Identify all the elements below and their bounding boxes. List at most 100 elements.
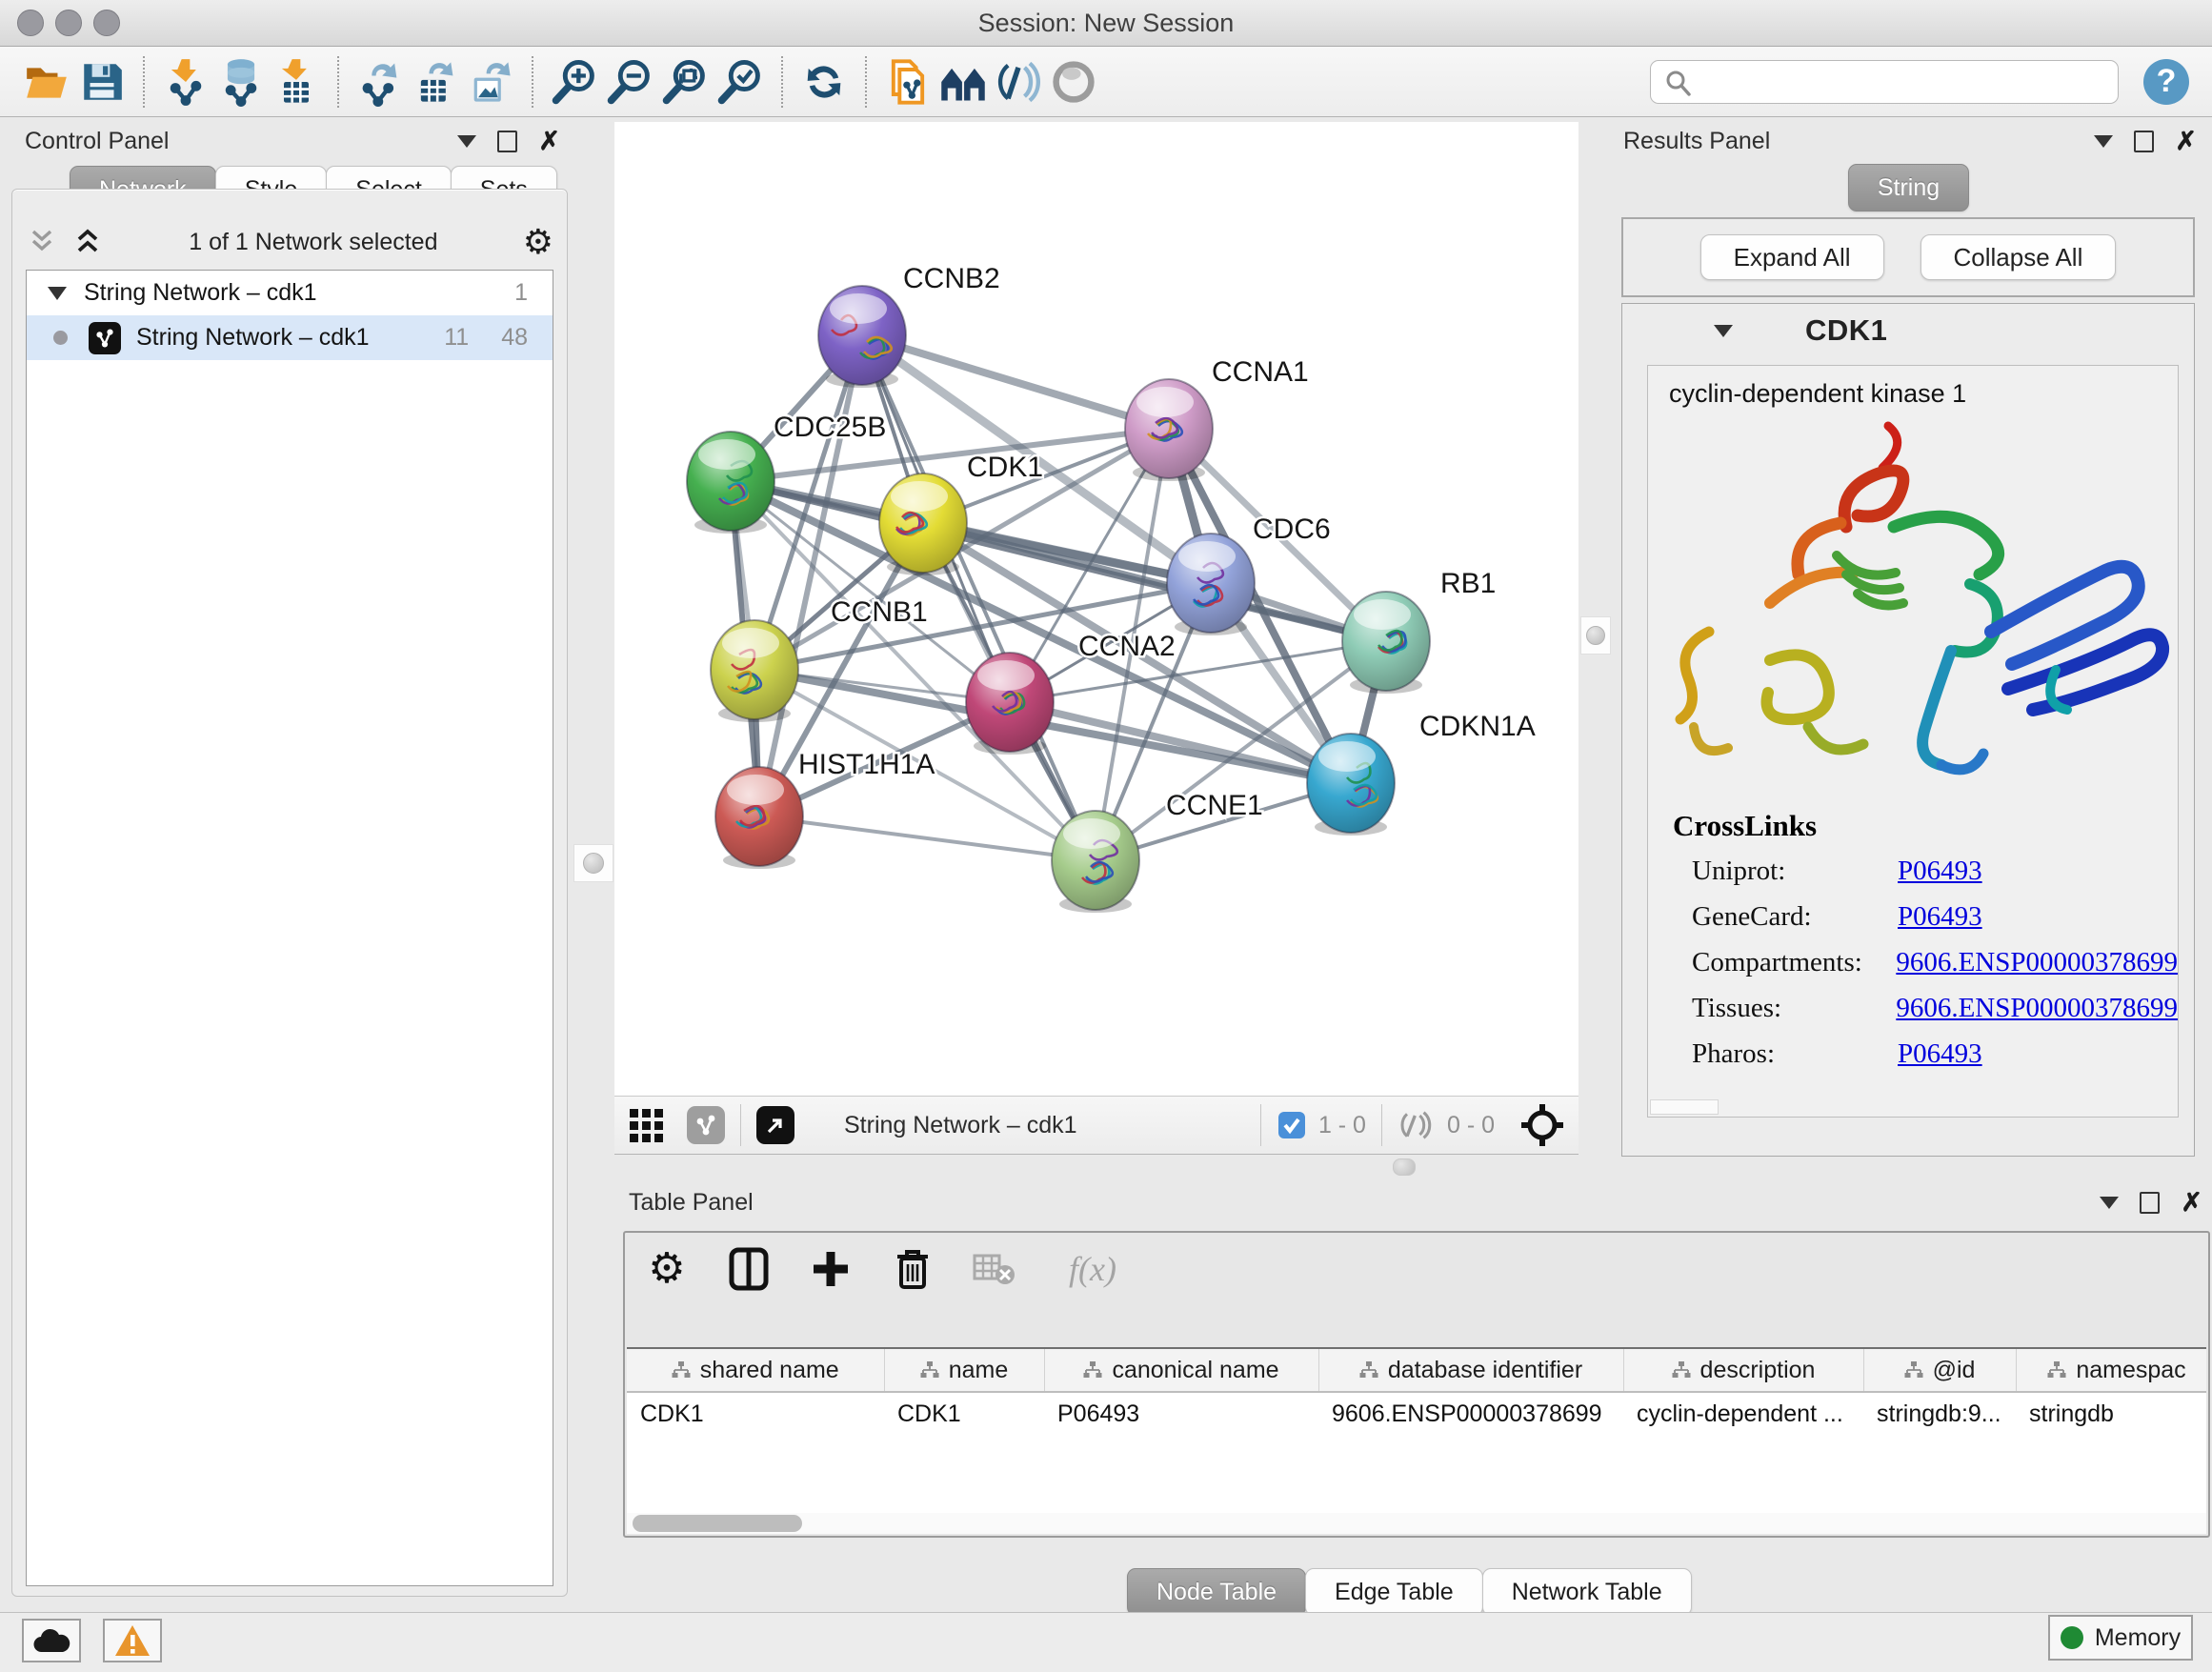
network-collection-row[interactable]: String Network – cdk1 1 — [27, 271, 553, 315]
panel-close-icon[interactable]: ✗ — [2175, 129, 2197, 154]
string-network-icon — [89, 322, 121, 354]
table-cell[interactable]: P06493 — [1044, 1392, 1318, 1435]
delete-column-button[interactable] — [888, 1244, 937, 1294]
panel-close-icon[interactable]: ✗ — [538, 129, 560, 154]
table-cell[interactable]: stringdb — [2016, 1392, 2206, 1435]
columns-icon — [728, 1246, 770, 1292]
table-cell[interactable]: cyclin-dependent ... — [1623, 1392, 1863, 1435]
gene-description: cyclin-dependent kinase 1 — [1669, 379, 2178, 409]
panel-float-icon[interactable] — [497, 131, 517, 152]
results-scrollbar[interactable] — [1650, 1099, 1719, 1115]
column-header[interactable]: name — [884, 1349, 1044, 1392]
expand-all-chevrons-icon[interactable] — [71, 226, 104, 258]
column-header[interactable]: canonical name — [1044, 1349, 1318, 1392]
network-graph[interactable]: CCNB2CCNA1CDC25BCDK1CDC6RB1CCNB1CCNA2CDK… — [614, 122, 1579, 1096]
panel-close-icon[interactable]: ✗ — [2181, 1190, 2202, 1216]
panel-float-icon[interactable] — [2134, 131, 2154, 152]
protein-structure-image — [1656, 413, 2170, 794]
grid-view-icon[interactable] — [626, 1103, 670, 1147]
compartments-link[interactable]: 9606.ENSP00000378699 — [1896, 944, 2178, 980]
expand-all-button[interactable]: Expand All — [1700, 234, 1884, 280]
hide-selected-button[interactable] — [991, 52, 1046, 111]
panel-menu-icon[interactable] — [457, 135, 476, 148]
network-view[interactable]: CCNB2CCNA1CDC25BCDK1CDC6RB1CCNB1CCNA2CDK… — [614, 122, 1579, 1096]
network-view-title: String Network – cdk1 — [844, 1112, 1077, 1139]
apply-layout-button[interactable] — [796, 52, 852, 111]
delete-table-button-disabled — [970, 1244, 1019, 1294]
import-network-database-button[interactable] — [213, 52, 269, 111]
database-icon — [216, 57, 266, 107]
horizontal-splitter-handle[interactable] — [1393, 1158, 1416, 1176]
selected-checkbox-icon[interactable] — [1277, 1110, 1307, 1140]
table-settings-button[interactable]: ⚙ — [642, 1244, 692, 1294]
network-node-RB1[interactable]: RB1 — [1342, 568, 1496, 694]
right-splitter-handle[interactable] — [1580, 616, 1611, 655]
warnings-button[interactable] — [103, 1619, 162, 1662]
zoom-fit-button[interactable] — [657, 52, 713, 111]
network-row-selected[interactable]: String Network – cdk1 11 48 — [27, 315, 553, 360]
toolbar-separator — [865, 56, 867, 108]
open-session-button[interactable] — [19, 52, 74, 111]
network-node-CCNA1[interactable]: CCNA1 — [1125, 356, 1309, 481]
search-input[interactable] — [1650, 60, 2119, 104]
panel-menu-icon[interactable] — [2094, 135, 2113, 148]
column-header[interactable]: shared name — [627, 1349, 884, 1392]
column-header[interactable]: @id — [1863, 1349, 2016, 1392]
table-row[interactable]: CDK1CDK1P064939606.ENSP00000378699cyclin… — [627, 1392, 2206, 1435]
column-header[interactable]: description — [1623, 1349, 1863, 1392]
memory-button[interactable]: Memory — [2048, 1615, 2193, 1661]
table-cell[interactable]: CDK1 — [884, 1392, 1044, 1435]
zoom-out-button[interactable] — [602, 52, 657, 111]
open-in-browser-icon[interactable] — [756, 1106, 794, 1144]
help-button[interactable]: ? — [2143, 59, 2189, 105]
save-session-button[interactable] — [74, 52, 130, 111]
uniprot-link[interactable]: P06493 — [1898, 853, 1982, 889]
create-column-button[interactable] — [806, 1244, 855, 1294]
zoom-selected-button[interactable] — [713, 52, 768, 111]
scrollbar-thumb[interactable] — [633, 1515, 802, 1532]
birdseye-crosshair-icon[interactable] — [1519, 1102, 1565, 1148]
network-node-CDKN1A[interactable]: CDKN1A — [1307, 711, 1536, 836]
show-all-button[interactable] — [1046, 52, 1101, 111]
cloud-status-button[interactable] — [22, 1619, 81, 1662]
tab-string[interactable]: String — [1848, 164, 1969, 212]
tab-node-table[interactable]: Node Table — [1127, 1568, 1306, 1616]
export-image-button[interactable] — [463, 52, 518, 111]
table-cell[interactable]: CDK1 — [627, 1392, 884, 1435]
gene-symbol: CDK1 — [1805, 313, 1887, 348]
table-hscrollbar[interactable] — [627, 1513, 2206, 1534]
column-header[interactable]: database identifier — [1318, 1349, 1623, 1392]
show-columns-button[interactable] — [724, 1244, 774, 1294]
panel-float-icon[interactable] — [2140, 1192, 2160, 1214]
network-node-CCNE1[interactable]: CCNE1 — [1052, 790, 1263, 913]
export-table-button[interactable] — [408, 52, 463, 111]
panel-menu-icon[interactable] — [2100, 1197, 2119, 1209]
table-cell[interactable]: 9606.ENSP00000378699 — [1318, 1392, 1623, 1435]
clone-network-button[interactable] — [880, 52, 935, 111]
tab-edge-table[interactable]: Edge Table — [1305, 1568, 1483, 1616]
network-options-gear-icon[interactable]: ⚙ — [523, 225, 553, 259]
genecard-link[interactable]: P06493 — [1898, 898, 1982, 935]
zoom-in-button[interactable] — [547, 52, 602, 111]
import-table-file-button[interactable] — [269, 52, 324, 111]
collapse-all-button[interactable]: Collapse All — [1920, 234, 2117, 280]
pharos-link[interactable]: P06493 — [1898, 1036, 1982, 1072]
gene-collapse-icon[interactable] — [1714, 325, 1733, 337]
export-network-button[interactable] — [352, 52, 408, 111]
svg-text:CCNA1: CCNA1 — [1212, 356, 1309, 388]
first-neighbors-button[interactable] — [935, 52, 991, 111]
network-node-HIST1H1A[interactable]: HIST1H1A — [715, 749, 935, 869]
left-splitter-handle[interactable] — [573, 844, 613, 882]
tree-expand-icon[interactable] — [48, 287, 67, 300]
import-network-file-button[interactable] — [158, 52, 213, 111]
string-view-icon[interactable] — [687, 1106, 725, 1144]
hidden-eye-icon[interactable] — [1398, 1109, 1436, 1141]
network-name: String Network – cdk1 — [136, 324, 370, 352]
collapse-all-chevrons-icon[interactable] — [26, 226, 58, 258]
tissues-link[interactable]: 9606.ENSP00000378699 — [1896, 990, 2178, 1026]
column-header[interactable]: namespac — [2016, 1349, 2206, 1392]
table-cell[interactable]: stringdb:9... — [1863, 1392, 2016, 1435]
question-mark-icon: ? — [2157, 63, 2177, 100]
crosslink-label: Pharos: — [1692, 1036, 1898, 1072]
tab-network-table[interactable]: Network Table — [1482, 1568, 1692, 1616]
